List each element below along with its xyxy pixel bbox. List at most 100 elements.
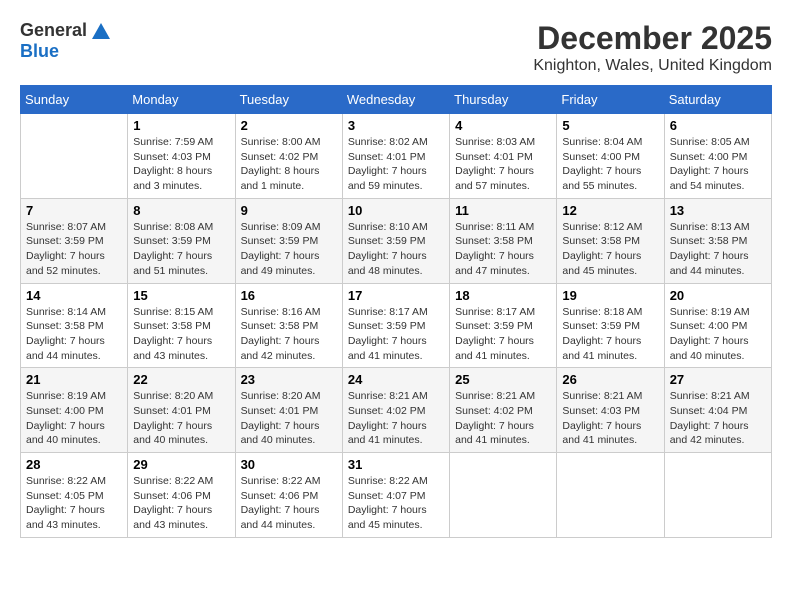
calendar-cell: 9Sunrise: 8:09 AMSunset: 3:59 PMDaylight… bbox=[235, 198, 342, 283]
calendar-cell bbox=[21, 114, 128, 199]
calendar-cell: 2 Sunrise: 8:00 AMSunset: 4:02 PMDaylight… bbox=[235, 114, 342, 199]
calendar-cell: 23Sunrise: 8:20 AMSunset: 4:01 PMDayligh… bbox=[235, 368, 342, 453]
day-number: 2 bbox=[241, 118, 337, 133]
cell-content: Sunrise: 8:09 AMSunset: 3:59 PMDaylight:… bbox=[241, 220, 337, 279]
calendar-cell bbox=[664, 453, 771, 538]
calendar-cell: 29 Sunrise: 8:22 AMSunset: 4:06 PMDayligh… bbox=[128, 453, 235, 538]
calendar-header: SundayMondayTuesdayWednesdayThursdayFrid… bbox=[21, 86, 772, 114]
cell-content: Sunrise: 8:16 AMSunset: 3:58 PMDaylight:… bbox=[241, 305, 337, 364]
calendar-cell: 3 Sunrise: 8:02 AMSunset: 4:01 PMDaylight… bbox=[342, 114, 449, 199]
cell-content: Sunrise: 8:19 AMSunset: 4:00 PMDaylight:… bbox=[26, 389, 122, 448]
cell-content: Sunrise: 8:21 AMSunset: 4:02 PMDaylight:… bbox=[348, 389, 444, 448]
day-number: 4 bbox=[455, 118, 551, 133]
calendar-cell: 31Sunrise: 8:22 AMSunset: 4:07 PMDayligh… bbox=[342, 453, 449, 538]
day-number: 20 bbox=[670, 288, 766, 303]
day-number: 24 bbox=[348, 372, 444, 387]
cell-content: Sunrise: 8:04 AMSunset: 4:00 PMDaylight:… bbox=[562, 135, 658, 194]
calendar-cell bbox=[557, 453, 664, 538]
day-number: 1 bbox=[133, 118, 229, 133]
calendar-week-2: 7Sunrise: 8:07 AMSunset: 3:59 PMDaylight… bbox=[21, 198, 772, 283]
cell-content: Sunrise: 7:59 AMSunset: 4:03 PMDaylight:… bbox=[133, 135, 229, 194]
header-cell-friday: Friday bbox=[557, 86, 664, 114]
cell-content: Sunrise: 8:02 AMSunset: 4:01 PMDaylight:… bbox=[348, 135, 444, 194]
day-number: 10 bbox=[348, 203, 444, 218]
calendar-cell: 13 Sunrise: 8:13 AMSunset: 3:58 PMDayligh… bbox=[664, 198, 771, 283]
cell-content: Sunrise: 8:20 AMSunset: 4:01 PMDaylight:… bbox=[133, 389, 229, 448]
calendar-table: SundayMondayTuesdayWednesdayThursdayFrid… bbox=[20, 85, 772, 538]
calendar-week-3: 14Sunrise: 8:14 AMSunset: 3:58 PMDayligh… bbox=[21, 283, 772, 368]
location-text: Knighton, Wales, United Kingdom bbox=[533, 57, 772, 75]
day-number: 21 bbox=[26, 372, 122, 387]
day-number: 14 bbox=[26, 288, 122, 303]
cell-content: Sunrise: 8:22 AMSunset: 4:06 PMDaylight:… bbox=[133, 474, 229, 533]
calendar-cell: 14Sunrise: 8:14 AMSunset: 3:58 PMDayligh… bbox=[21, 283, 128, 368]
calendar-cell: 20 Sunrise: 8:19 AMSunset: 4:00 PMDayligh… bbox=[664, 283, 771, 368]
calendar-cell: 27 Sunrise: 8:21 AMSunset: 4:04 PMDayligh… bbox=[664, 368, 771, 453]
calendar-cell: 24 Sunrise: 8:21 AMSunset: 4:02 PMDayligh… bbox=[342, 368, 449, 453]
calendar-cell: 4 Sunrise: 8:03 AMSunset: 4:01 PMDaylight… bbox=[450, 114, 557, 199]
header-row: SundayMondayTuesdayWednesdayThursdayFrid… bbox=[21, 86, 772, 114]
cell-content: Sunrise: 8:12 AMSunset: 3:58 PMDaylight:… bbox=[562, 220, 658, 279]
day-number: 11 bbox=[455, 203, 551, 218]
cell-content: Sunrise: 8:19 AMSunset: 4:00 PMDaylight:… bbox=[670, 305, 766, 364]
day-number: 13 bbox=[670, 203, 766, 218]
day-number: 12 bbox=[562, 203, 658, 218]
cell-content: Sunrise: 8:10 AMSunset: 3:59 PMDaylight:… bbox=[348, 220, 444, 279]
title-section: December 2025 Knighton, Wales, United Ki… bbox=[533, 20, 772, 75]
cell-content: Sunrise: 8:17 AMSunset: 3:59 PMDaylight:… bbox=[348, 305, 444, 364]
day-number: 29 bbox=[133, 457, 229, 472]
day-number: 18 bbox=[455, 288, 551, 303]
day-number: 25 bbox=[455, 372, 551, 387]
cell-content: Sunrise: 8:05 AMSunset: 4:00 PMDaylight:… bbox=[670, 135, 766, 194]
day-number: 17 bbox=[348, 288, 444, 303]
day-number: 19 bbox=[562, 288, 658, 303]
calendar-cell: 6 Sunrise: 8:05 AMSunset: 4:00 PMDaylight… bbox=[664, 114, 771, 199]
calendar-cell: 10 Sunrise: 8:10 AMSunset: 3:59 PMDayligh… bbox=[342, 198, 449, 283]
calendar-cell: 17 Sunrise: 8:17 AMSunset: 3:59 PMDayligh… bbox=[342, 283, 449, 368]
month-title: December 2025 bbox=[533, 20, 772, 57]
calendar-cell: 15Sunrise: 8:15 AMSunset: 3:58 PMDayligh… bbox=[128, 283, 235, 368]
logo: General Blue bbox=[20, 20, 110, 62]
header-cell-sunday: Sunday bbox=[21, 86, 128, 114]
calendar-cell: 8 Sunrise: 8:08 AMSunset: 3:59 PMDaylight… bbox=[128, 198, 235, 283]
cell-content: Sunrise: 8:22 AMSunset: 4:07 PMDaylight:… bbox=[348, 474, 444, 533]
header-cell-saturday: Saturday bbox=[664, 86, 771, 114]
calendar-cell: 25 Sunrise: 8:21 AMSunset: 4:02 PMDayligh… bbox=[450, 368, 557, 453]
logo-triangle-icon bbox=[92, 23, 110, 39]
day-number: 27 bbox=[670, 372, 766, 387]
calendar-cell bbox=[450, 453, 557, 538]
logo-general-text: General bbox=[20, 20, 87, 41]
day-number: 3 bbox=[348, 118, 444, 133]
day-number: 8 bbox=[133, 203, 229, 218]
calendar-cell: 28Sunrise: 8:22 AMSunset: 4:05 PMDayligh… bbox=[21, 453, 128, 538]
cell-content: Sunrise: 8:13 AMSunset: 3:58 PMDaylight:… bbox=[670, 220, 766, 279]
calendar-cell: 26Sunrise: 8:21 AMSunset: 4:03 PMDayligh… bbox=[557, 368, 664, 453]
cell-content: Sunrise: 8:21 AMSunset: 4:04 PMDaylight:… bbox=[670, 389, 766, 448]
cell-content: Sunrise: 8:00 AMSunset: 4:02 PMDaylight:… bbox=[241, 135, 337, 194]
day-number: 7 bbox=[26, 203, 122, 218]
cell-content: Sunrise: 8:18 AMSunset: 3:59 PMDaylight:… bbox=[562, 305, 658, 364]
header-cell-wednesday: Wednesday bbox=[342, 86, 449, 114]
day-number: 6 bbox=[670, 118, 766, 133]
calendar-cell: 16 Sunrise: 8:16 AMSunset: 3:58 PMDayligh… bbox=[235, 283, 342, 368]
cell-content: Sunrise: 8:03 AMSunset: 4:01 PMDaylight:… bbox=[455, 135, 551, 194]
cell-content: Sunrise: 8:17 AMSunset: 3:59 PMDaylight:… bbox=[455, 305, 551, 364]
calendar-cell: 11 Sunrise: 8:11 AMSunset: 3:58 PMDayligh… bbox=[450, 198, 557, 283]
calendar-cell: 7Sunrise: 8:07 AMSunset: 3:59 PMDaylight… bbox=[21, 198, 128, 283]
header-cell-thursday: Thursday bbox=[450, 86, 557, 114]
day-number: 5 bbox=[562, 118, 658, 133]
cell-content: Sunrise: 8:20 AMSunset: 4:01 PMDaylight:… bbox=[241, 389, 337, 448]
calendar-week-5: 28Sunrise: 8:22 AMSunset: 4:05 PMDayligh… bbox=[21, 453, 772, 538]
calendar-cell: 21 Sunrise: 8:19 AMSunset: 4:00 PMDayligh… bbox=[21, 368, 128, 453]
calendar-cell: 30Sunrise: 8:22 AMSunset: 4:06 PMDayligh… bbox=[235, 453, 342, 538]
day-number: 30 bbox=[241, 457, 337, 472]
cell-content: Sunrise: 8:21 AMSunset: 4:02 PMDaylight:… bbox=[455, 389, 551, 448]
cell-content: Sunrise: 8:08 AMSunset: 3:59 PMDaylight:… bbox=[133, 220, 229, 279]
day-number: 16 bbox=[241, 288, 337, 303]
logo-blue-text: Blue bbox=[20, 41, 59, 62]
calendar-week-1: 1 Sunrise: 7:59 AMSunset: 4:03 PMDaylight… bbox=[21, 114, 772, 199]
cell-content: Sunrise: 8:11 AMSunset: 3:58 PMDaylight:… bbox=[455, 220, 551, 279]
header-cell-monday: Monday bbox=[128, 86, 235, 114]
day-number: 26 bbox=[562, 372, 658, 387]
cell-content: Sunrise: 8:15 AMSunset: 3:58 PMDaylight:… bbox=[133, 305, 229, 364]
